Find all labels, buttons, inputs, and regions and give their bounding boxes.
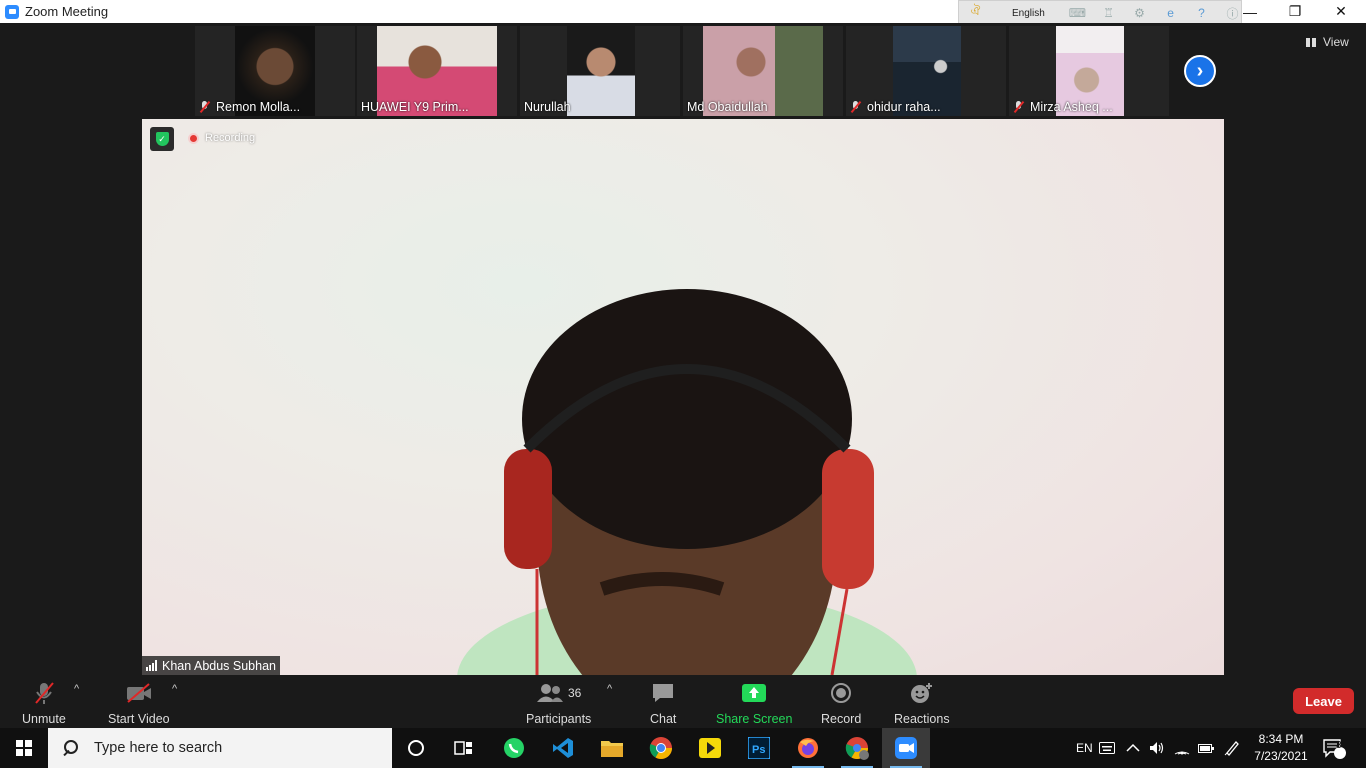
chat-button[interactable]: Chat [650,681,676,726]
title-bar: Zoom Meeting ঐ English ⌨ ♖ ⚙ e ? ⓘ — ❐ ✕ [0,0,1366,26]
browser-icon[interactable]: e [1162,4,1179,22]
help-icon[interactable]: ? [1193,4,1210,22]
participants-count: 36 [567,686,582,700]
battery-icon[interactable] [1198,728,1214,768]
record-button[interactable]: Record [821,681,861,726]
tray-language[interactable]: EN [1076,728,1093,768]
speaker-name-label: Khan Abdus Subhan [142,656,280,675]
mic-muted-icon [850,101,862,113]
participants-button[interactable]: 36 Participants [526,681,591,726]
search-icon [62,740,78,756]
zoom-app-icon [5,4,19,19]
next-page-chevron-icon[interactable]: › [1184,55,1216,87]
participant-tile[interactable]: Mirza Asheq ... [1009,26,1169,116]
chrome-profile-icon[interactable] [833,728,881,768]
settings-gear-icon[interactable]: ⚙ [1131,4,1148,22]
language-bar-icon[interactable]: ঐ [967,4,984,22]
windows-logo-icon [16,740,32,756]
unmute-button[interactable]: Unmute [22,681,66,726]
whatsapp-icon[interactable] [490,728,538,768]
participant-name: HUAWEI Y9 Prim... [361,100,469,114]
photoshop-icon[interactable]: Ps [735,728,783,768]
mic-muted-icon [199,101,211,113]
participant-name: Md Obaidullah [687,100,768,114]
vscode-icon[interactable] [539,728,587,768]
security-shield-icon[interactable]: ✓ [150,127,174,151]
share-screen-icon [741,681,767,705]
start-button[interactable] [0,728,48,768]
participant-tile[interactable]: Md Obaidullah [683,26,843,116]
pen-workspace-icon[interactable] [1224,728,1240,768]
reactions-smiley-icon [910,681,934,705]
clock-date: 7/23/2021 [1254,749,1308,763]
task-view-icon[interactable] [440,728,488,768]
window-title: Zoom Meeting [25,4,109,19]
svg-text:Ps: Ps [752,744,765,756]
record-icon [830,681,852,705]
participant-strip: Remon Molla... HUAWEI Y9 Prim... Nurulla… [0,23,1366,118]
participant-name: ohidur raha... [850,100,941,114]
participant-tile[interactable]: ohidur raha... [846,26,1006,116]
taskbar-search[interactable]: Type here to search [48,728,392,768]
notification-count-badge: 3 [1336,740,1342,751]
minimize-button[interactable]: — [1227,0,1273,23]
chat-icon [651,681,675,705]
search-placeholder: Type here to search [94,740,223,756]
kmplayer-icon[interactable] [686,728,734,768]
speaker-video-frame [457,289,917,675]
participant-tile[interactable]: HUAWEI Y9 Prim... [357,26,517,116]
recording-indicator[interactable]: Recording [188,132,255,144]
meeting-toolbar: Unmute ^ Start Video ^ 36 Participants ^… [0,675,1366,728]
show-hidden-icons-chevron-icon[interactable] [1126,728,1140,768]
participant-name: Nurullah [524,100,571,114]
firefox-icon[interactable] [784,728,832,768]
participants-options-chevron-icon[interactable]: ^ [607,683,612,695]
participants-icon: 36 [536,681,581,705]
video-off-icon [125,681,153,705]
restore-button[interactable]: ❐ [1272,0,1318,23]
language-selector[interactable]: English [1012,8,1045,19]
wifi-icon[interactable] [1174,728,1190,768]
signal-strength-icon [146,660,157,671]
participant-name: Remon Molla... [199,100,300,114]
handwriting-icon[interactable]: ♖ [1100,4,1117,22]
cortana-icon[interactable] [392,728,440,768]
mic-muted-icon [33,681,55,705]
reactions-button[interactable]: Reactions [894,681,950,726]
volume-icon[interactable] [1149,728,1165,768]
clock-time: 8:34 PM [1258,732,1304,746]
participant-name: Mirza Asheq ... [1013,100,1113,114]
video-options-chevron-icon[interactable]: ^ [172,683,177,695]
share-screen-button[interactable]: Share Screen [716,681,792,726]
view-button[interactable]: View [1306,35,1349,49]
active-speaker-video: ✓ Recording Khan Abdus Subhan [142,119,1224,675]
mic-muted-icon [1013,101,1025,113]
keyboard-tray-icon[interactable] [1099,728,1115,768]
windows-taskbar: Type here to search Ps EN 8:34 PM 7/23/2… [0,728,1366,768]
start-video-button[interactable]: Start Video [108,681,170,726]
file-explorer-icon[interactable] [588,728,636,768]
zoom-taskbar-icon[interactable] [882,728,930,768]
participant-tile[interactable]: Remon Molla... [195,26,355,116]
participant-tile[interactable]: Nurullah [520,26,680,116]
system-clock[interactable]: 8:34 PM 7/23/2021 [1252,731,1310,765]
close-button[interactable]: ✕ [1318,0,1364,23]
leave-button[interactable]: Leave [1293,688,1354,714]
action-center-icon[interactable]: 3 [1322,728,1348,768]
grid-view-icon [1306,37,1317,47]
audio-options-chevron-icon[interactable]: ^ [74,683,79,695]
chrome-icon[interactable] [637,728,685,768]
keyboard-icon[interactable]: ⌨ [1069,4,1086,22]
recording-dot-icon [188,132,199,144]
participant-video [567,26,635,116]
